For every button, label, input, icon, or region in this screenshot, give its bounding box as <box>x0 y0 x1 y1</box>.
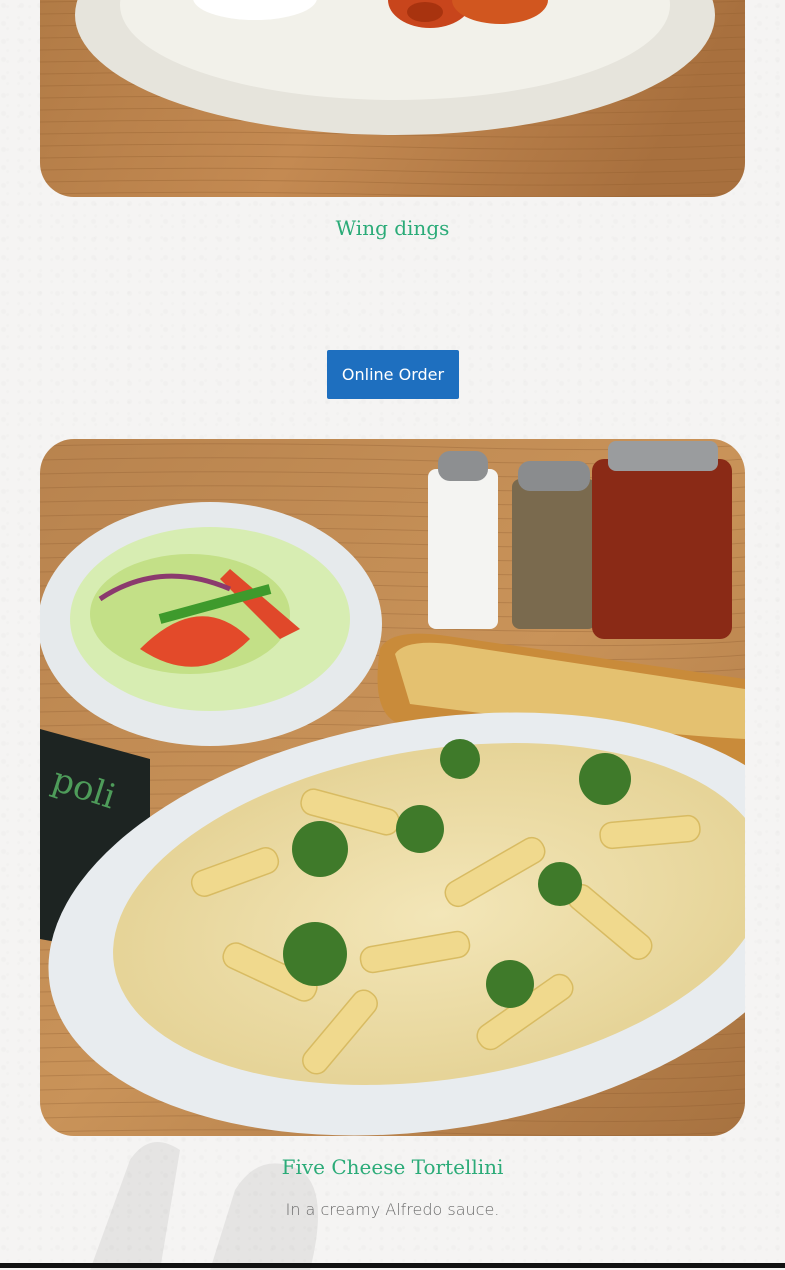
item-description: In a creamy Alfredo sauce. <box>285 1200 500 1219</box>
five-cheese-tortellini-photo: poli <box>40 439 745 1136</box>
item-title: Wing dings <box>335 216 450 240</box>
item-title: Five Cheese Tortellini <box>281 1155 504 1179</box>
wing-dings-photo <box>40 0 745 197</box>
online-order-button[interactable]: Online Order <box>327 350 459 399</box>
footer-divider <box>0 1263 785 1268</box>
